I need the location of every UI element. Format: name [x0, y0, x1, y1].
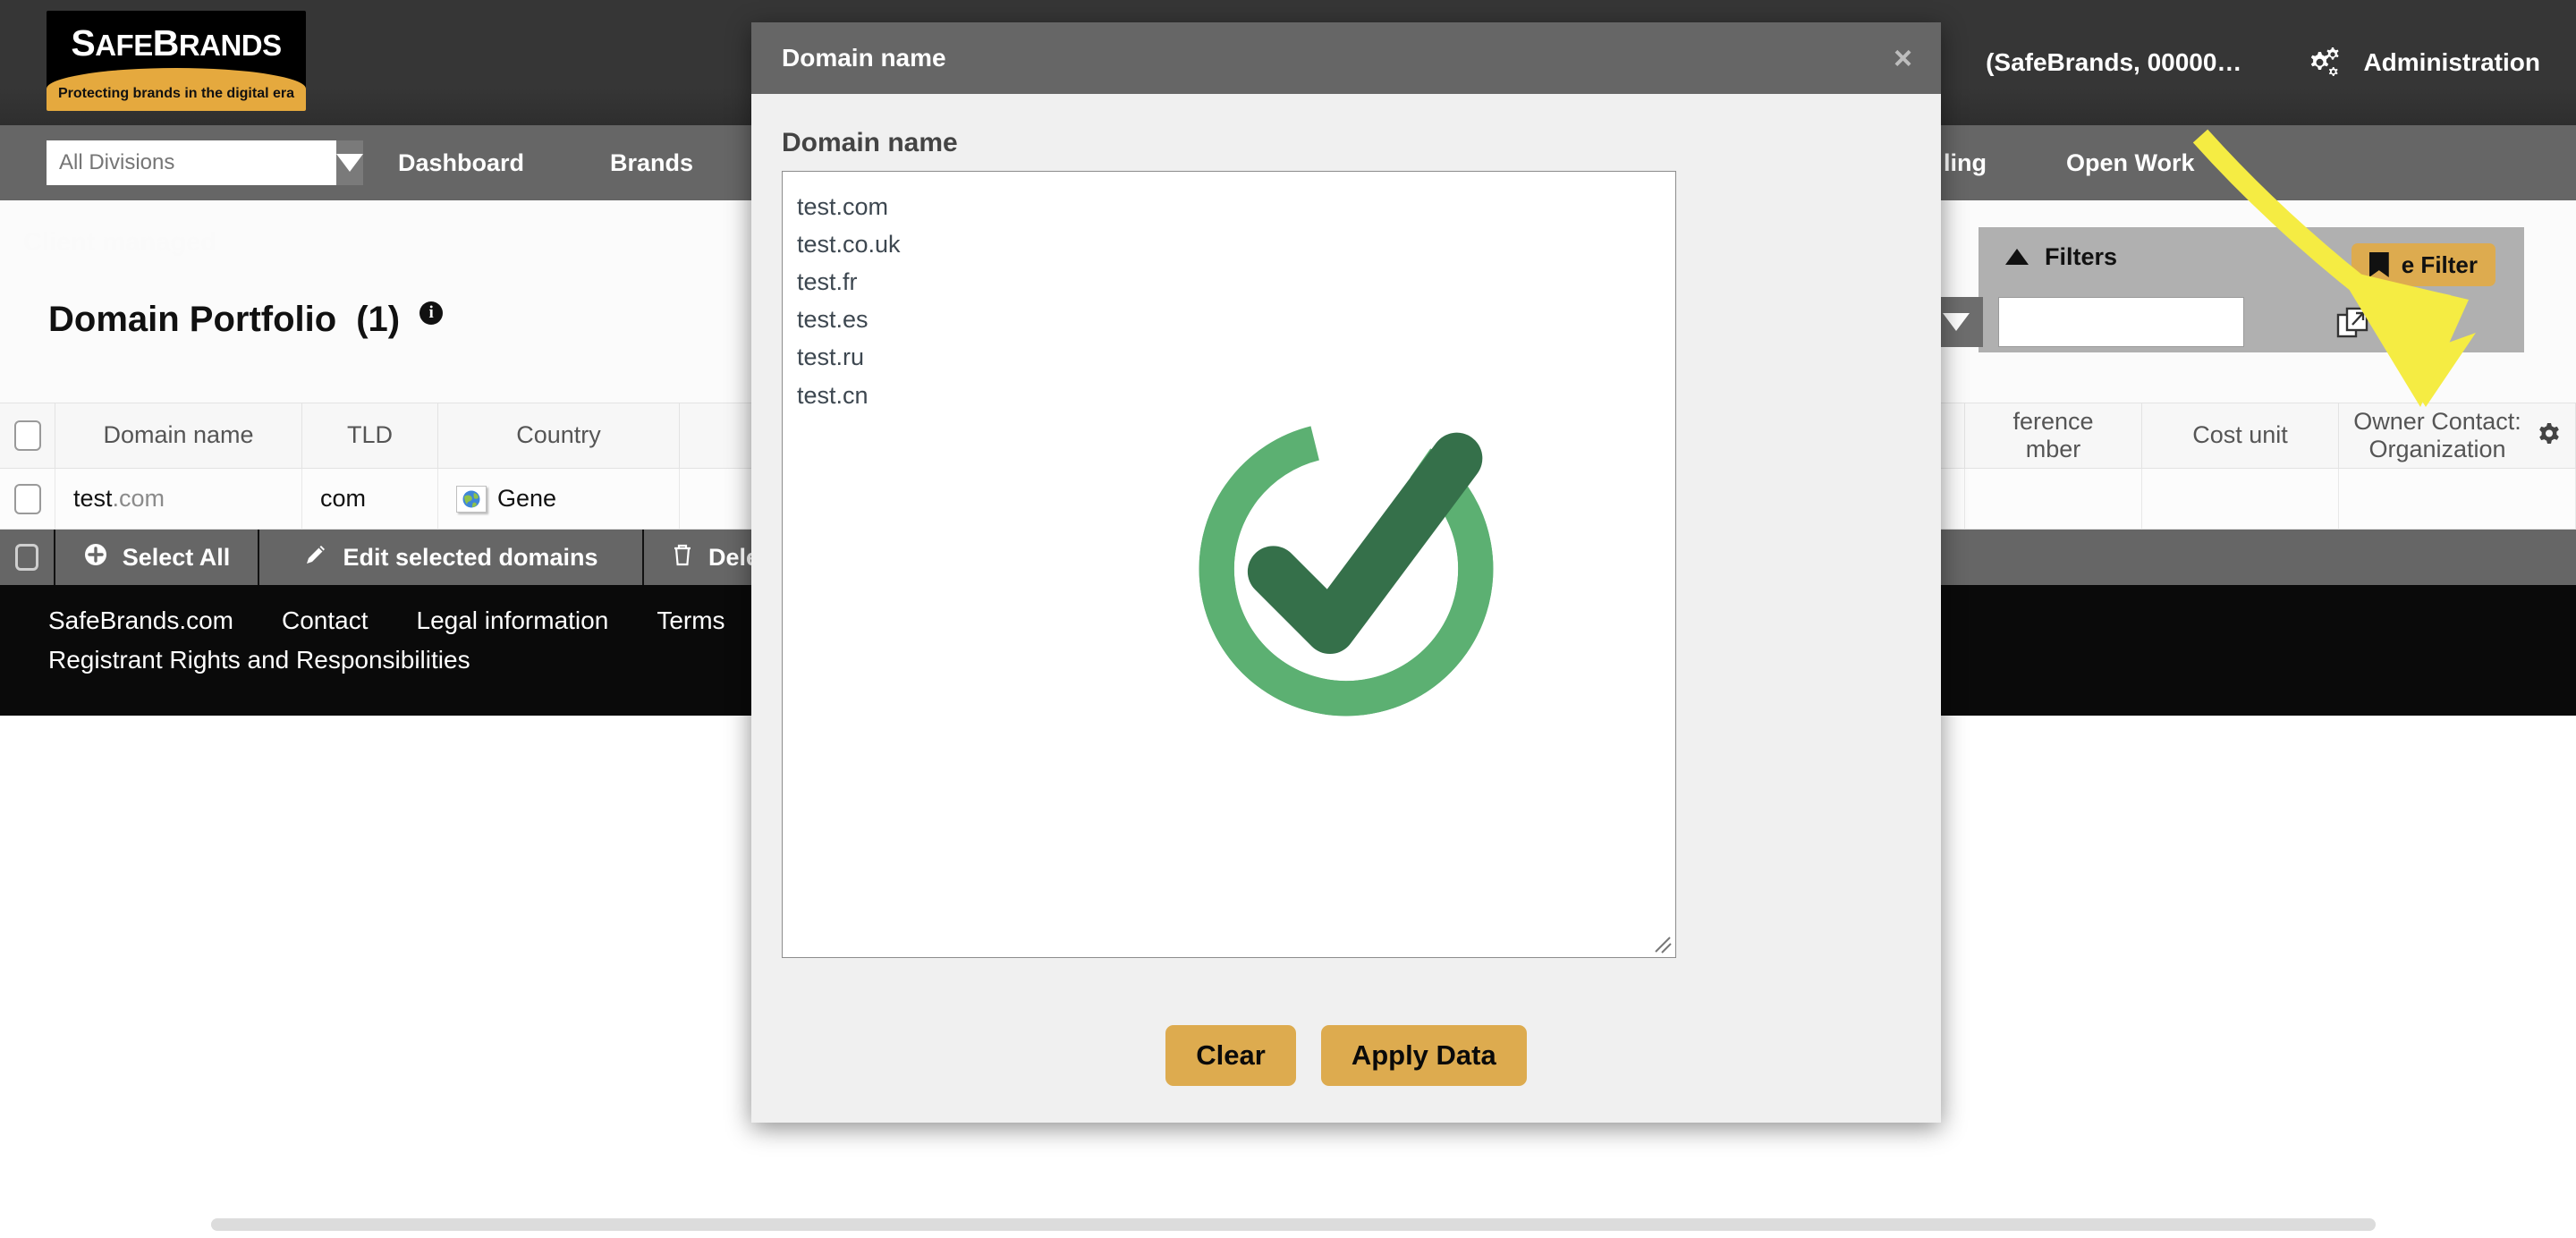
column-header-cost-unit[interactable]: Cost unit [2142, 403, 2339, 469]
save-filter-button[interactable]: e Filter [2351, 243, 2496, 286]
nav-item-dashboard[interactable]: Dashboard [355, 149, 567, 177]
cell-country: Gene [438, 469, 680, 530]
division-selector[interactable] [47, 140, 363, 185]
footer-link-legal-information[interactable]: Legal information [417, 606, 609, 635]
domain-name-main: test [73, 485, 113, 512]
logo-letters-rands: RANDS [178, 28, 282, 62]
account-label[interactable]: (SafeBrands, 00000… [1986, 48, 2241, 77]
add-filter-icon[interactable]: + [2399, 308, 2431, 340]
row-checkbox[interactable] [0, 469, 55, 530]
caret-up-icon[interactable] [2005, 249, 2029, 265]
nav-item-open-work[interactable]: Open Work [2023, 149, 2238, 177]
nav-item-brands[interactable]: Brands [567, 149, 736, 177]
cell-tld: com [302, 469, 438, 530]
textarea-line: test.co.uk [797, 231, 901, 259]
cell-reference-number [1965, 469, 2142, 530]
gear-icon[interactable] [2536, 421, 2563, 454]
column-header-reference-number[interactable]: ference mber [1965, 403, 2142, 469]
select-all-button[interactable]: Select All [55, 530, 259, 585]
page-result-count: (1) [356, 300, 401, 339]
footer-link-terms[interactable]: Terms [657, 606, 724, 635]
column-header-tld[interactable]: TLD [302, 403, 438, 469]
apply-data-button[interactable]: Apply Data [1320, 1025, 1527, 1086]
domain-name-tld: .com [112, 485, 165, 512]
select-all-label: Select All [122, 543, 231, 571]
modal-title: Domain name [782, 44, 946, 72]
footer-link-contact[interactable]: Contact [282, 606, 369, 635]
close-icon[interactable]: × [1894, 42, 1912, 74]
filters-panel: Filters e Filter + [1929, 227, 2524, 352]
administration-label: Administration [2363, 48, 2540, 76]
domain-name-textarea[interactable]: test.com test.co.uk test.fr test.es test… [782, 171, 1676, 958]
column-header-domain-name[interactable]: Domain name [55, 403, 302, 469]
modal-footer: Clear Apply Data [751, 988, 1941, 1123]
save-filter-label: e Filter [2401, 250, 2478, 278]
cell-cost-unit [2142, 469, 2339, 530]
column-header-country[interactable]: Country [438, 403, 680, 469]
gears-icon [2304, 45, 2343, 81]
open-external-window-icon[interactable] [2336, 306, 2370, 340]
logo-band: Protecting brands in the digital era [47, 68, 306, 111]
header-right-group: (SafeBrands, 00000… Administration [1986, 0, 2540, 125]
info-icon[interactable]: i [419, 301, 444, 325]
clear-button[interactable]: Clear [1165, 1025, 1296, 1086]
globe-icon [456, 485, 487, 513]
resize-grip-icon[interactable] [1653, 935, 1673, 954]
filter-value-input[interactable] [1998, 297, 2244, 347]
app-root: SAFEBRANDS Protecting brands in the digi… [0, 0, 2576, 1238]
horizontal-scrollbar[interactable] [211, 1218, 2376, 1231]
modal-header: Domain name × [751, 22, 1941, 94]
column-header-owner-contact[interactable]: Owner Contact: Organization [2339, 403, 2576, 469]
footer-link-registrant-rights[interactable]: Registrant Rights and Responsibilities [48, 646, 470, 674]
trash-icon [671, 542, 694, 573]
select-all-header-checkbox[interactable] [0, 403, 55, 469]
edit-selected-label: Edit selected domains [343, 543, 598, 571]
logo-letters-afe: AFE [95, 28, 153, 62]
textarea-line: test.es [797, 306, 869, 334]
domain-name-modal: Domain name × Domain name test.com test.… [751, 22, 1941, 1123]
cell-domain-name: test .com [55, 469, 302, 530]
chevron-down-icon[interactable] [336, 140, 363, 185]
logo-letter-s: S [71, 21, 96, 64]
domain-name-modal-wrapper: Domain name × Domain name test.com test.… [751, 22, 1941, 1123]
logo-tagline: Protecting brands in the digital era [57, 86, 295, 101]
edit-selected-domains-button[interactable]: Edit selected domains [259, 530, 644, 585]
filters-label: Filters [2045, 242, 2118, 270]
logo-letter-b: B [152, 21, 180, 64]
cell-country-label: Gene [497, 485, 557, 512]
textarea-line: test.fr [797, 268, 858, 296]
textarea-line: test.cn [797, 381, 869, 409]
division-input[interactable] [47, 140, 336, 185]
pencil-icon [303, 542, 328, 573]
client-managed-label: Client managed [23, 228, 216, 257]
textarea-line: test.com [797, 193, 889, 220]
textarea-line: test.ru [797, 343, 865, 371]
bulk-select-checkbox[interactable] [0, 530, 55, 585]
administration-link[interactable]: Administration [2304, 45, 2540, 81]
safebrands-logo[interactable]: SAFEBRANDS Protecting brands in the digi… [47, 11, 306, 111]
footer-link-safebrands[interactable]: SafeBrands.com [48, 606, 233, 635]
modal-body: Domain name test.com test.co.uk test.fr … [751, 94, 1941, 958]
logo-wordmark: SAFEBRANDS [47, 11, 306, 75]
bookmark-icon [2368, 252, 2389, 277]
page-title: Domain Portfolio [48, 300, 337, 339]
cell-owner-contact [2339, 469, 2576, 530]
plus-circle-icon [83, 542, 108, 573]
page-title-row: Domain Portfolio (1) i [48, 300, 444, 340]
domain-name-field-label: Domain name [782, 128, 958, 157]
